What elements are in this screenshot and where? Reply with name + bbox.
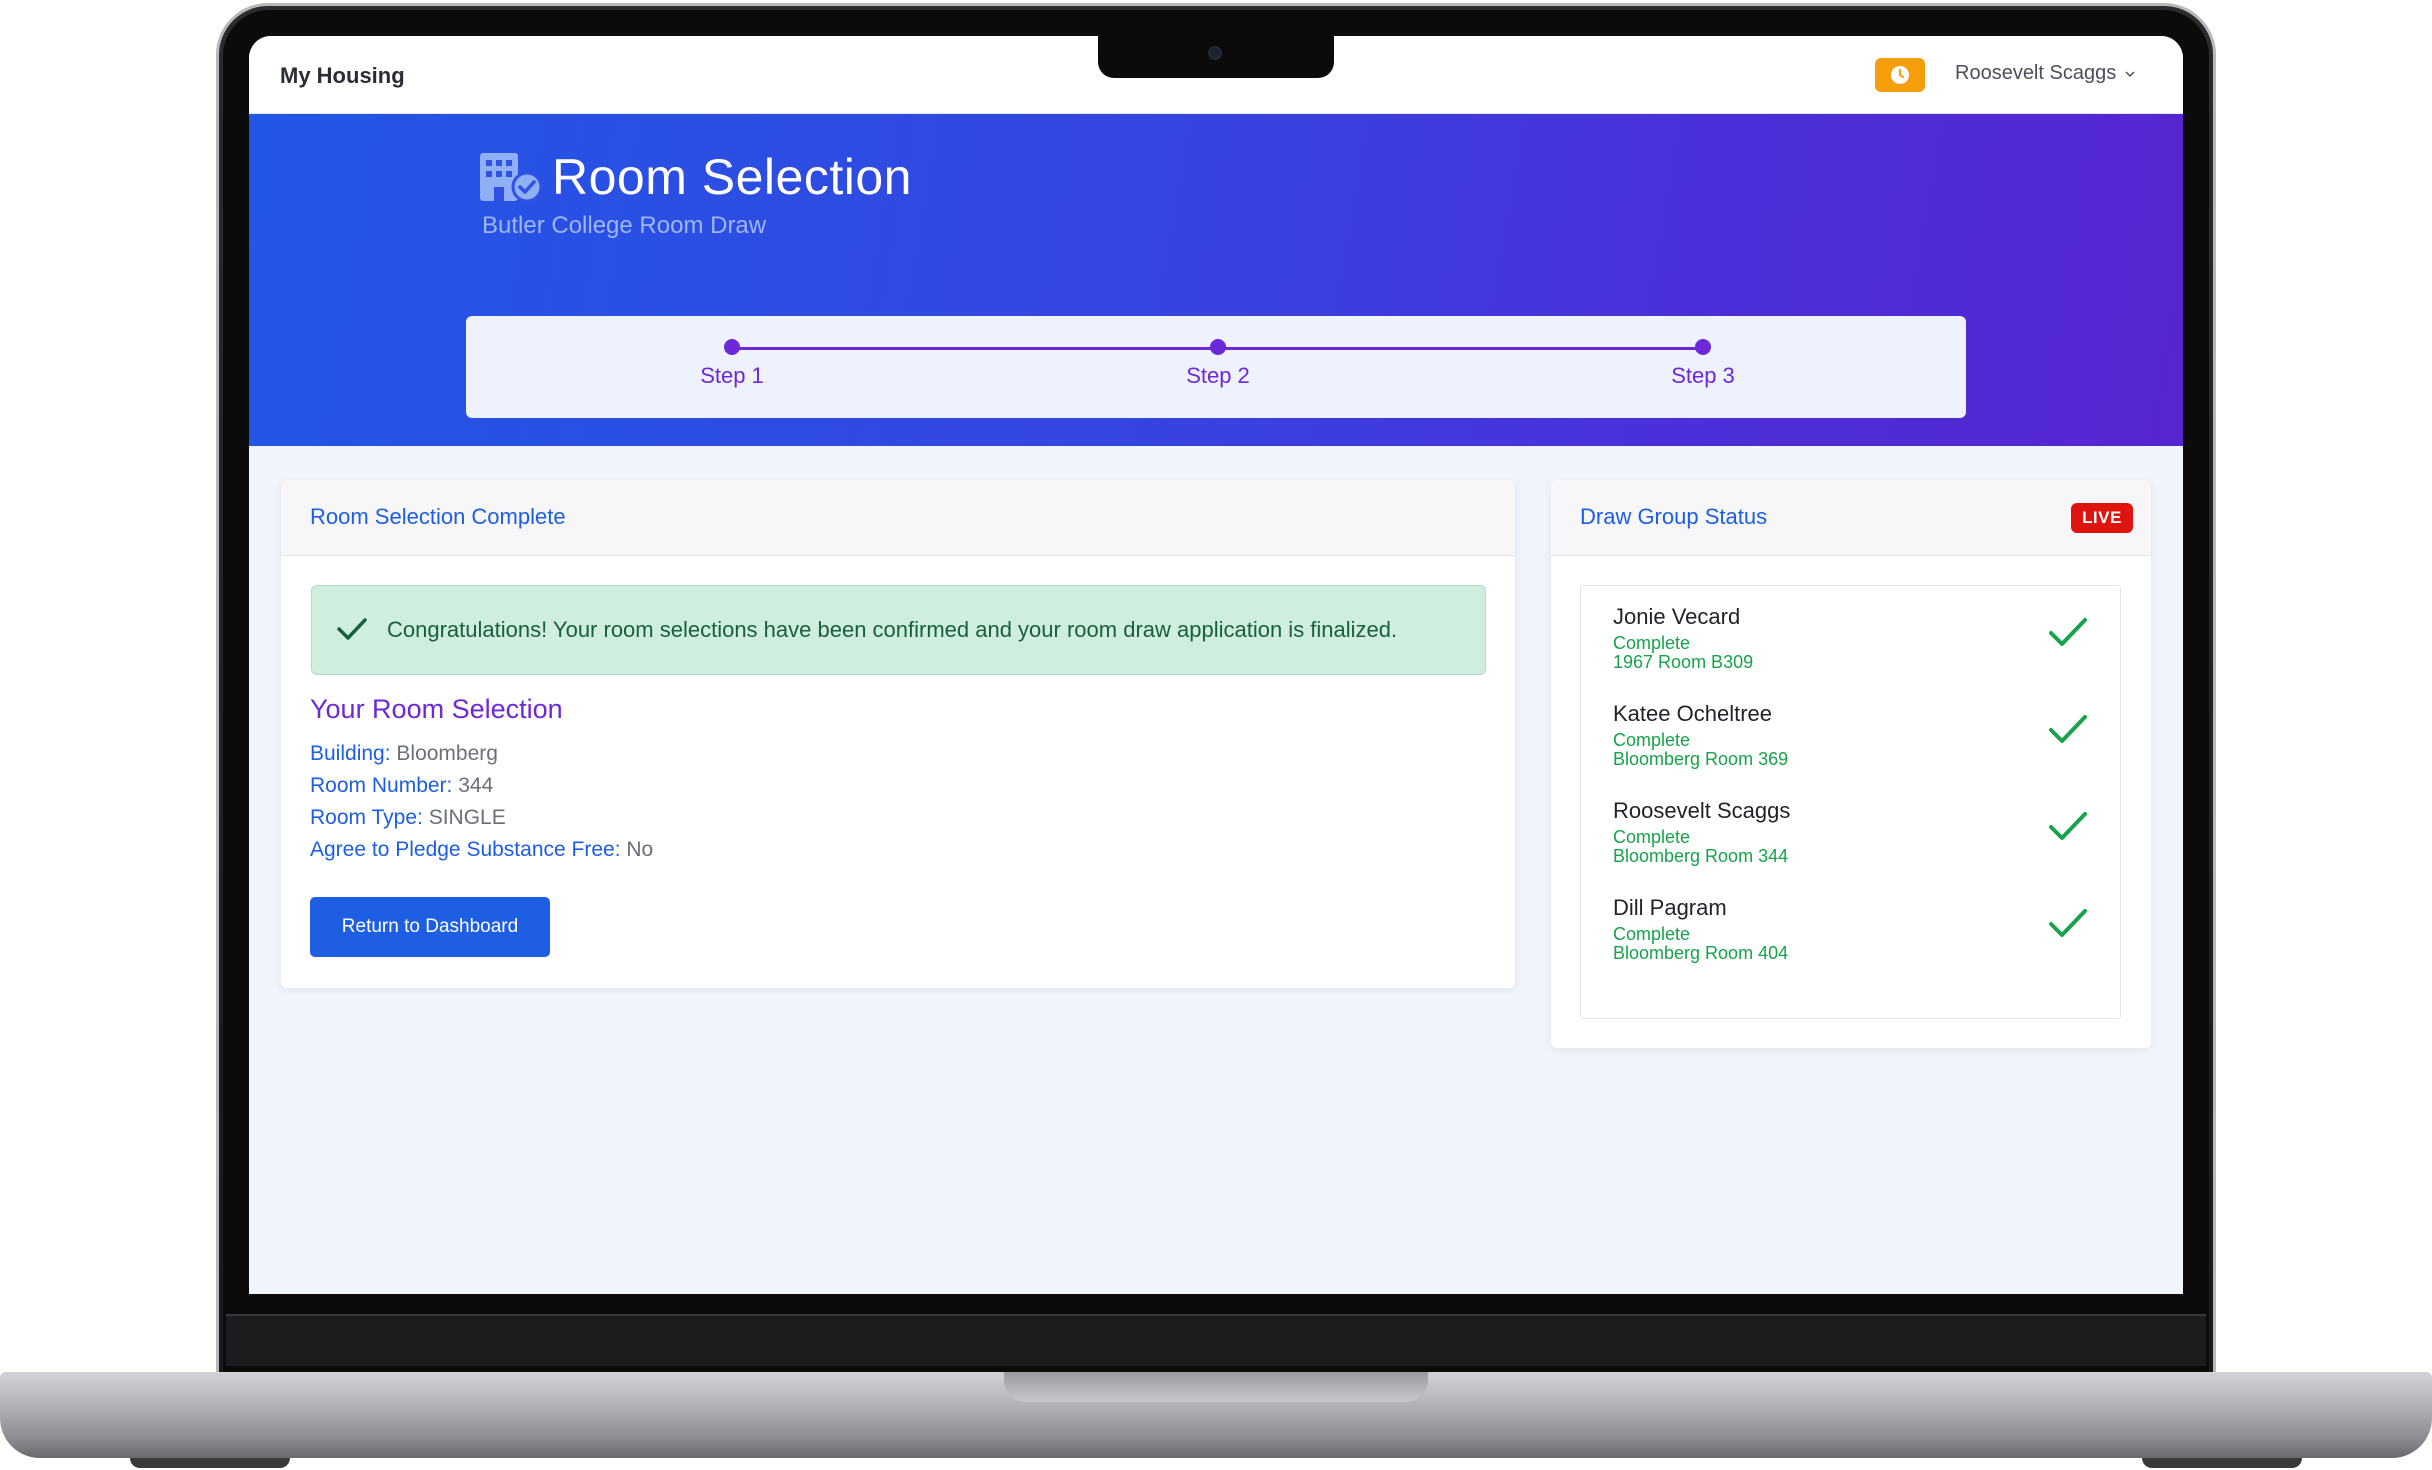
step-label: Step 1	[700, 363, 764, 388]
building-check-icon	[480, 153, 543, 203]
field-building: Building: Bloomberg	[310, 742, 498, 766]
draw-group-status-card: Draw Group Status LIVE Jonie Vecard Comp…	[1551, 480, 2151, 1048]
field-label: Agree to Pledge Substance Free:	[310, 838, 621, 861]
list-item: Jonie Vecard Complete 1967 Room B309	[1613, 604, 2093, 694]
field-value: No	[626, 838, 654, 861]
camera-notch	[1098, 36, 1334, 78]
list-item: Roosevelt Scaggs Complete Bloomberg Room…	[1613, 798, 2093, 888]
page-subtitle: Butler College Room Draw	[482, 212, 767, 239]
success-alert: Congratulations! Your room selections ha…	[311, 585, 1486, 675]
step-1: Step 1	[672, 339, 792, 389]
member-status: Complete	[1613, 827, 1691, 847]
user-menu-dropdown[interactable]: Roosevelt Scaggs	[1955, 62, 2136, 85]
check-icon	[2049, 618, 2087, 646]
step-3: Step 3	[1643, 339, 1763, 389]
member-room: Bloomberg Room 404	[1613, 943, 1789, 963]
group-member-list: Jonie Vecard Complete 1967 Room B309 Kat…	[1580, 585, 2121, 1019]
list-item: Dill Pagram Complete Bloomberg Room 404	[1613, 895, 2093, 985]
field-substance-free: Agree to Pledge Substance Free: No	[310, 838, 653, 862]
list-item: Katee Ocheltree Complete Bloomberg Room …	[1613, 701, 2093, 791]
field-label: Room Number:	[310, 774, 453, 797]
brand-link[interactable]: My Housing	[280, 63, 405, 89]
live-badge: LIVE	[2071, 503, 2133, 533]
member-room: Bloomberg Room 369	[1613, 749, 1789, 769]
check-icon	[2049, 715, 2087, 743]
field-value: Bloomberg	[396, 742, 498, 765]
member-name: Jonie Vecard	[1613, 604, 1741, 629]
member-name: Katee Ocheltree	[1613, 701, 1772, 726]
member-name: Dill Pagram	[1613, 895, 1727, 920]
check-icon	[2049, 812, 2087, 840]
laptop-foot	[130, 1458, 290, 1468]
app-screen: My Housing Roosevelt Scaggs Room Selecti…	[249, 36, 2183, 1294]
step-label: Step 2	[1186, 363, 1250, 388]
camera-icon	[1208, 46, 1222, 60]
member-name: Roosevelt Scaggs	[1613, 798, 1791, 823]
step-label: Step 3	[1671, 363, 1735, 388]
field-value: SINGLE	[428, 806, 506, 829]
progress-stepper: Step 1 Step 2 Step 3	[466, 316, 1966, 418]
member-status: Complete	[1613, 730, 1691, 750]
clock-icon	[1891, 66, 1909, 84]
hero-banner: Room Selection Butler College Room Draw …	[249, 114, 2183, 446]
card-header: Room Selection Complete	[281, 480, 1515, 556]
field-room-type: Room Type: SINGLE	[310, 806, 506, 830]
laptop-foot	[2142, 1458, 2302, 1468]
timer-button[interactable]	[1875, 58, 1925, 92]
step-dot	[724, 339, 740, 355]
member-status: Complete	[1613, 633, 1691, 653]
card-title: Draw Group Status	[1580, 504, 1768, 529]
member-status: Complete	[1613, 924, 1691, 944]
card-title: Room Selection Complete	[310, 504, 566, 529]
checkmark-icon	[337, 618, 367, 640]
field-label: Building:	[310, 742, 391, 765]
member-room: Bloomberg Room 344	[1613, 846, 1789, 866]
field-value: 344	[458, 774, 494, 797]
step-dot	[1695, 339, 1711, 355]
page-title: Room Selection	[552, 149, 912, 205]
user-name: Roosevelt Scaggs	[1955, 62, 2117, 84]
room-selection-card: Room Selection Complete Congratulations!…	[281, 480, 1515, 988]
laptop-opening-groove	[1004, 1372, 1428, 1402]
laptop-chin	[226, 1316, 2206, 1366]
card-header: Draw Group Status LIVE	[1551, 480, 2151, 556]
section-title: Your Room Selection	[310, 694, 563, 724]
return-to-dashboard-button[interactable]: Return to Dashboard	[310, 897, 550, 957]
check-icon	[2049, 909, 2087, 937]
step-2: Step 2	[1158, 339, 1278, 389]
chevron-down-icon	[2125, 70, 2135, 77]
alert-message: Congratulations! Your room selections ha…	[387, 617, 1398, 642]
step-dot	[1210, 339, 1226, 355]
field-room-number: Room Number: 344	[310, 774, 493, 798]
field-label: Room Type:	[310, 806, 423, 829]
member-room: 1967 Room B309	[1613, 652, 1754, 672]
